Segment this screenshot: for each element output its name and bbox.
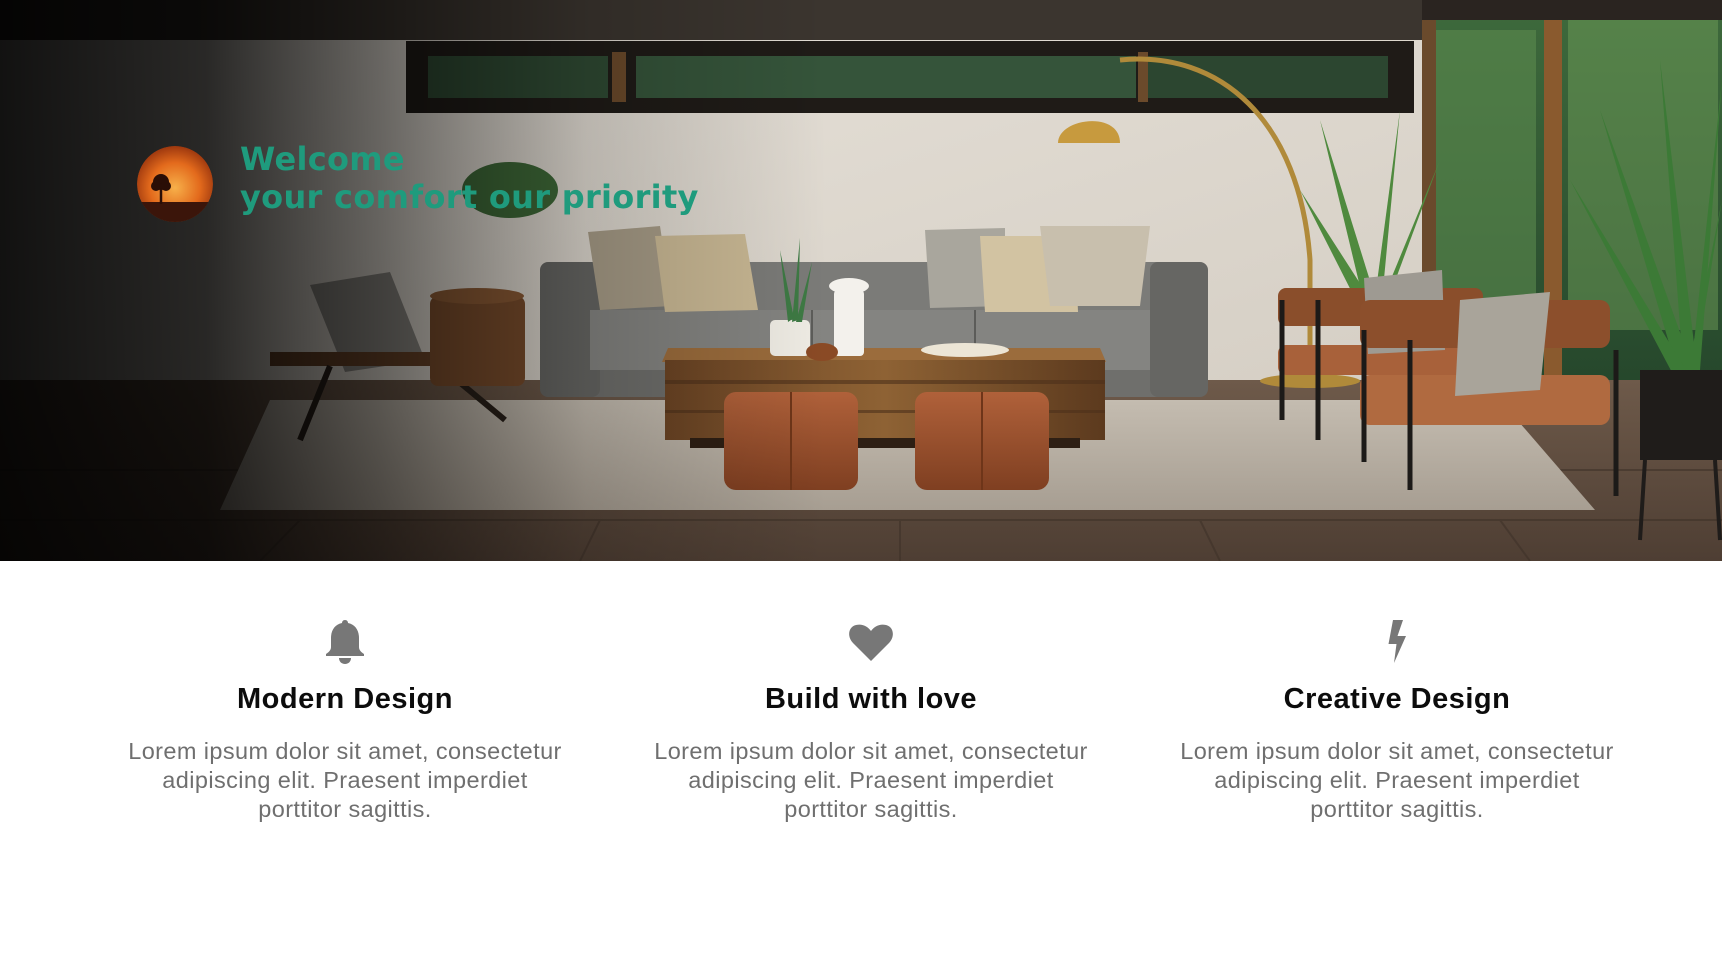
welcome-line-1: Welcome: [240, 140, 405, 178]
living-room-photo: [0, 0, 1722, 561]
feature-creative-design: Creative Design Lorem ipsum dolor sit am…: [1162, 613, 1632, 824]
bell-icon: [326, 620, 364, 664]
feature-modern-design: Modern Design Lorem ipsum dolor sit amet…: [110, 613, 580, 824]
lightning-icon: [1388, 620, 1406, 663]
features-section: Modern Design Lorem ipsum dolor sit amet…: [0, 561, 1722, 969]
feature-build-with-love: Build with love Lorem ipsum dolor sit am…: [636, 613, 1106, 824]
hero-welcome-heading: Welcome your comfort our priority: [240, 140, 699, 216]
feature-description: Lorem ipsum dolor sit amet, consectetur …: [1180, 738, 1614, 822]
feature-description: Lorem ipsum dolor sit amet, consectetur …: [654, 738, 1088, 822]
sunset-tree-logo-icon: [137, 146, 213, 222]
heart-icon: [849, 624, 893, 661]
welcome-line-2: your comfort our priority: [240, 178, 699, 216]
brand-logo[interactable]: [137, 146, 213, 222]
feature-title: Modern Design: [237, 683, 453, 715]
feature-description: Lorem ipsum dolor sit amet, consectetur …: [128, 738, 562, 822]
hero-banner: Welcome your comfort our priority: [0, 0, 1722, 561]
feature-title: Creative Design: [1283, 683, 1511, 715]
feature-title: Build with love: [764, 683, 978, 715]
